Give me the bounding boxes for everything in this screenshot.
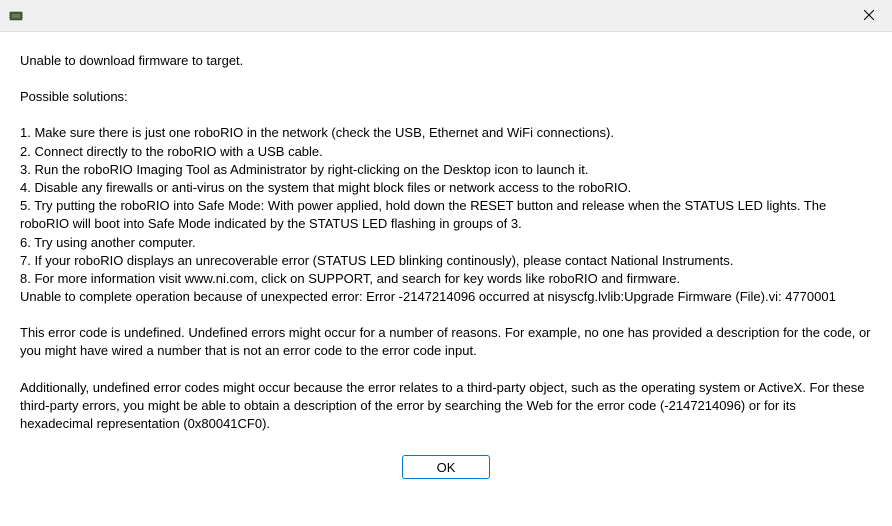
solution-item: 4. Disable any firewalls or anti-virus o… bbox=[20, 179, 872, 197]
solution-item: 1. Make sure there is just one roboRIO i… bbox=[20, 124, 872, 142]
additional-info-text: Additionally, undefined error codes migh… bbox=[20, 379, 872, 434]
solution-item: 7. If your roboRIO displays an unrecover… bbox=[20, 252, 872, 270]
solution-item: 2. Connect directly to the roboRIO with … bbox=[20, 143, 872, 161]
ok-button[interactable]: OK bbox=[402, 455, 490, 479]
error-detail-text: Unable to complete operation because of … bbox=[20, 288, 872, 306]
solutions-list: 1. Make sure there is just one roboRIO i… bbox=[20, 124, 872, 288]
solution-item: 3. Run the roboRIO Imaging Tool as Admin… bbox=[20, 161, 872, 179]
titlebar bbox=[0, 0, 892, 32]
button-row: OK bbox=[20, 451, 872, 483]
solutions-header: Possible solutions: bbox=[20, 88, 872, 106]
close-button[interactable] bbox=[846, 0, 892, 32]
solution-item: 8. For more information visit www.ni.com… bbox=[20, 270, 872, 288]
main-error-text: Unable to download firmware to target. bbox=[20, 52, 872, 70]
app-icon bbox=[8, 8, 24, 24]
solution-item: 6. Try using another computer. bbox=[20, 234, 872, 252]
undefined-error-text: This error code is undefined. Undefined … bbox=[20, 324, 872, 360]
close-icon bbox=[864, 8, 874, 23]
solution-item: 5. Try putting the roboRIO into Safe Mod… bbox=[20, 197, 872, 233]
dialog-content: Unable to download firmware to target. P… bbox=[0, 32, 892, 493]
